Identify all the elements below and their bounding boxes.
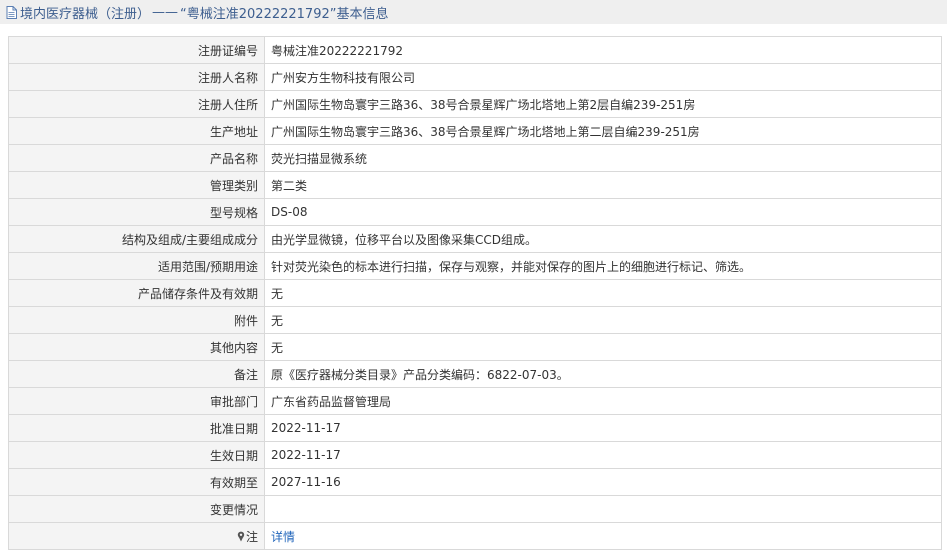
table-row: 结构及组成/主要组成成分 由光学显微镜，位移平台以及图像采集CCD组成。 (8, 225, 942, 253)
table-row: 生效日期 2022-11-17 (8, 441, 942, 469)
table-row: 有效期至 2027-11-16 (8, 468, 942, 496)
row-label: 变更情况 (8, 495, 265, 523)
row-label: 管理类别 (8, 171, 265, 199)
table-row: 适用范围/预期用途 针对荧光染色的标本进行扫描，保存与观察，并能对保存的图片上的… (8, 252, 942, 280)
row-label: 生效日期 (8, 441, 265, 469)
row-value: 第二类 (264, 171, 942, 199)
row-value: 广州安方生物科技有限公司 (264, 63, 942, 91)
row-label: 型号规格 (8, 198, 265, 226)
row-value: 荧光扫描显微系统 (264, 144, 942, 172)
table-row: 注册人名称 广州安方生物科技有限公司 (8, 63, 942, 91)
table-row: 产品储存条件及有效期 无 (8, 279, 942, 307)
row-value: 原《医疗器械分类目录》产品分类编码：6822-07-03。 (264, 360, 942, 388)
breadcrumb-separator: —— (152, 4, 179, 20)
table-row: 变更情况 (8, 495, 942, 523)
table-row: 生产地址 广州国际生物岛寰宇三路36、38号合景星辉广场北塔地上第二层自编239… (8, 117, 942, 145)
table-row: 注册证编号 粤械注准20222221792 (8, 36, 942, 64)
row-value: 广州国际生物岛寰宇三路36、38号合景星辉广场北塔地上第2层自编239-251房 (264, 90, 942, 118)
table-row: 附件 无 (8, 306, 942, 334)
row-value: 由光学显微镜，位移平台以及图像采集CCD组成。 (264, 225, 942, 253)
row-label: 附件 (8, 306, 265, 334)
row-label: 有效期至 (8, 468, 265, 496)
page-title: “粤械注准20222221792”基本信息 (180, 6, 389, 22)
row-value: 2027-11-16 (264, 468, 942, 496)
pin-icon (237, 531, 245, 541)
note-value-cell: 详情 (264, 522, 942, 550)
row-label: 审批部门 (8, 387, 265, 415)
row-value: 2022-11-17 (264, 441, 942, 469)
row-label: 注册人住所 (8, 90, 265, 118)
row-value: 粤械注准20222221792 (264, 36, 942, 64)
table-row: 管理类别 第二类 (8, 171, 942, 199)
table-row: 型号规格 DS-08 (8, 198, 942, 226)
row-label: 结构及组成/主要组成成分 (8, 225, 265, 253)
row-value: 无 (264, 306, 942, 334)
row-label: 适用范围/预期用途 (8, 252, 265, 280)
detail-table: 注册证编号 粤械注准20222221792 注册人名称 广州安方生物科技有限公司… (8, 36, 942, 550)
row-value: DS-08 (264, 198, 942, 226)
note-row: 注 详情 (8, 522, 942, 550)
table-row: 产品名称 荧光扫描显微系统 (8, 144, 942, 172)
row-label: 批准日期 (8, 414, 265, 442)
table-row: 注册人住所 广州国际生物岛寰宇三路36、38号合景星辉广场北塔地上第2层自编23… (8, 90, 942, 118)
row-value (264, 495, 942, 523)
row-value: 无 (264, 279, 942, 307)
document-icon (6, 5, 17, 19)
note-label-cell: 注 (8, 522, 265, 550)
row-value: 广州国际生物岛寰宇三路36、38号合景星辉广场北塔地上第二层自编239-251房 (264, 117, 942, 145)
row-label: 备注 (8, 360, 265, 388)
row-value: 广东省药品监督管理局 (264, 387, 942, 415)
details-link[interactable]: 详情 (271, 530, 295, 544)
row-label: 产品储存条件及有效期 (8, 279, 265, 307)
row-value: 2022-11-17 (264, 414, 942, 442)
row-label: 生产地址 (8, 117, 265, 145)
row-label: 其他内容 (8, 333, 265, 361)
table-row: 审批部门 广东省药品监督管理局 (8, 387, 942, 415)
table-row: 其他内容 无 (8, 333, 942, 361)
row-label: 注册证编号 (8, 36, 265, 64)
table-row: 备注 原《医疗器械分类目录》产品分类编码：6822-07-03。 (8, 360, 942, 388)
breadcrumb-root[interactable]: 境内医疗器械（注册） (20, 3, 150, 22)
note-label: 注 (245, 529, 258, 544)
page-title-bar: 境内医疗器械（注册） —— “粤械注准20222221792”基本信息 (0, 0, 947, 24)
table-row: 批准日期 2022-11-17 (8, 414, 942, 442)
row-label: 产品名称 (8, 144, 265, 172)
row-label: 注册人名称 (8, 63, 265, 91)
row-value: 无 (264, 333, 942, 361)
row-value: 针对荧光染色的标本进行扫描，保存与观察，并能对保存的图片上的细胞进行标记、筛选。 (264, 252, 942, 280)
